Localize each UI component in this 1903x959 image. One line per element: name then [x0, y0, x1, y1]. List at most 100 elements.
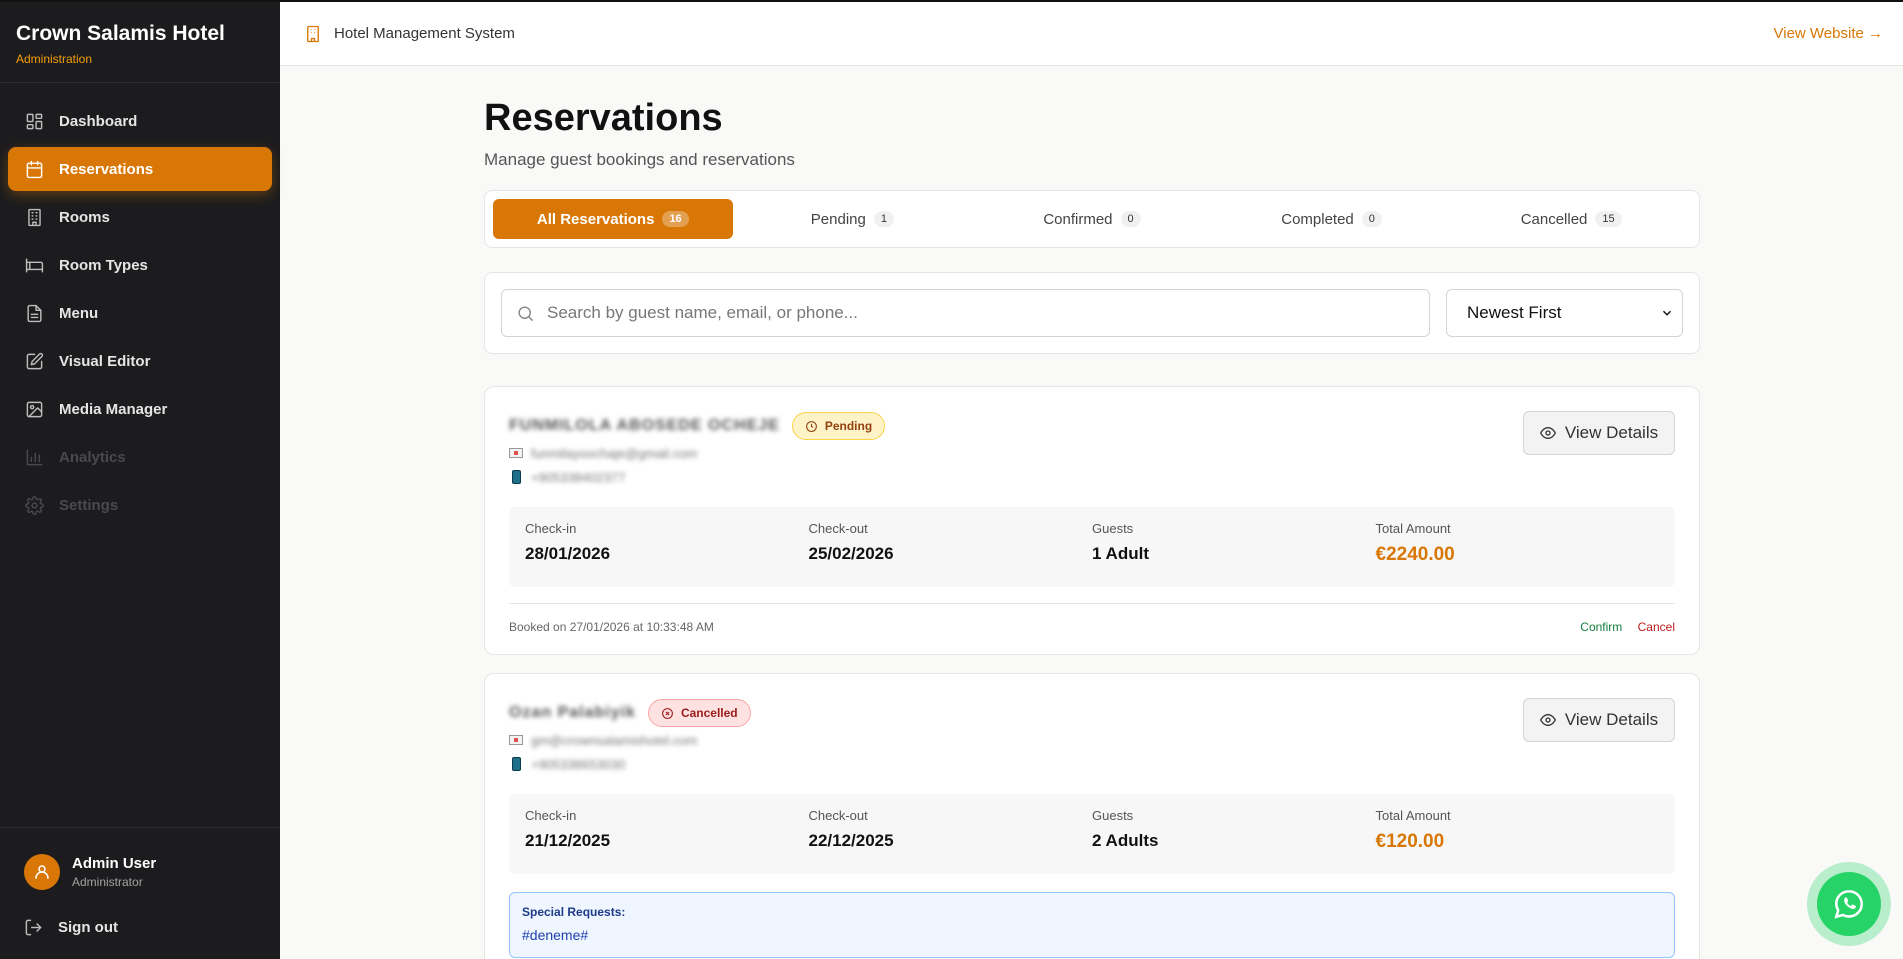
sort-select[interactable]: Newest First — [1446, 289, 1683, 337]
clock-icon — [805, 420, 817, 432]
sidebar-item-dashboard[interactable]: Dashboard — [8, 99, 272, 143]
stat-value: €120.00 — [1375, 831, 1445, 852]
logout-icon — [25, 919, 42, 936]
search-icon — [518, 305, 534, 321]
whatsapp-button[interactable] — [1807, 862, 1891, 946]
status-label: Cancelled — [680, 706, 738, 720]
sidebar-item-analytics[interactable]: Analytics — [8, 435, 272, 479]
brand-title: Crown Salamis Hotel — [16, 22, 225, 45]
reservation-stats: Check-in 28/01/2026 Check-out 25/02/2026… — [509, 507, 1675, 587]
tab-label: Cancelled — [1520, 210, 1588, 228]
guest-name: FUNMILOLA ABOSEDE OCHEJE — [509, 417, 780, 434]
stat-value: €2240.00 — [1375, 544, 1455, 565]
email-text: gm@crownsalamishotel.com — [531, 732, 698, 748]
gear-icon — [24, 495, 44, 515]
phone-text: +905338653030 — [531, 756, 626, 772]
tab-label: Confirmed — [1043, 210, 1113, 228]
sidebar-item-room-types[interactable]: Room Types — [8, 243, 272, 287]
tab-count: 1 — [873, 211, 894, 227]
stat-value: 25/02/2026 — [808, 544, 894, 563]
sidebar-item-label: Menu — [59, 304, 99, 322]
stat-label: Guests — [1092, 808, 1134, 823]
guest-email: gm@crownsalamishotel.com — [509, 728, 1675, 752]
view-details-button[interactable]: View Details — [1523, 698, 1675, 742]
reservation-card: Ozan Palabiyik Cancelled gm@crownsalamis… — [484, 673, 1700, 959]
sidebar-item-label: Visual Editor — [59, 352, 151, 370]
user-role: Administrator — [72, 875, 143, 889]
tab-all-reservations[interactable]: All Reservations 16 — [493, 199, 733, 239]
view-details-label: View Details — [1564, 423, 1659, 442]
image-icon — [24, 399, 44, 419]
brand-subtitle: Administration — [16, 52, 93, 66]
phone-text: +905338402377 — [531, 469, 626, 485]
page-title: Reservations — [484, 97, 723, 139]
tab-confirmed[interactable]: Confirmed 0 — [972, 199, 1212, 239]
special-requests: Special Requests: #deneme# — [509, 892, 1675, 958]
card-footer: Booked on 27/01/2026 at 10:33:48 AM Conf… — [509, 603, 1675, 634]
topbar: Hotel Management System View Website → — [280, 0, 1903, 66]
stat-label: Check-in — [525, 808, 577, 823]
guest-phone: +905338402377 — [509, 465, 1675, 489]
stat-value: 22/12/2025 — [808, 831, 894, 850]
email-icon — [509, 733, 523, 747]
stat-label: Total Amount — [1375, 521, 1451, 536]
stat-label: Check-in — [525, 521, 577, 536]
sidebar-footer: Admin User Administrator Sign out — [0, 827, 280, 959]
avatar — [24, 854, 60, 890]
tab-count: 0 — [1361, 211, 1382, 227]
sidebar-item-label: Analytics — [59, 448, 126, 466]
user-profile: Admin User Administrator — [0, 828, 280, 910]
topbar-title-group: Hotel Management System — [304, 25, 515, 43]
building-icon — [24, 207, 44, 227]
user-icon — [35, 865, 49, 879]
special-requests-text: #deneme# — [522, 927, 589, 943]
sidebar-item-rooms[interactable]: Rooms — [8, 195, 272, 239]
filter-bar: Newest First — [484, 272, 1700, 354]
whatsapp-icon — [1834, 889, 1864, 919]
stat-value: 2 Adults — [1092, 831, 1159, 850]
dashboard-icon — [24, 111, 44, 131]
tab-pending[interactable]: Pending 1 — [733, 199, 973, 239]
guest-row: FUNMILOLA ABOSEDE OCHEJE Pending — [509, 411, 1675, 441]
status-badge: Pending — [791, 412, 886, 440]
sidebar-item-settings[interactable]: Settings — [8, 483, 272, 527]
stat-label: Total Amount — [1375, 808, 1451, 823]
view-details-button[interactable]: View Details — [1523, 411, 1675, 455]
tab-cancelled[interactable]: Cancelled 15 — [1451, 199, 1691, 239]
sign-out-button[interactable]: Sign out — [0, 910, 280, 959]
booked-on: Booked on 27/01/2026 at 10:33:48 AM — [509, 620, 714, 634]
stat-checkin: Check-in 21/12/2025 — [525, 808, 809, 874]
sidebar-item-reservations[interactable]: Reservations — [8, 147, 272, 191]
sidebar-item-media-manager[interactable]: Media Manager — [8, 387, 272, 431]
tab-completed[interactable]: Completed 0 — [1212, 199, 1452, 239]
phone-icon — [509, 470, 523, 484]
sidebar-nav: Dashboard Reservations Rooms Room Types … — [0, 83, 280, 527]
whatsapp-button-inner — [1817, 872, 1881, 936]
x-circle-icon — [662, 707, 673, 719]
page-subtitle: Manage guest bookings and reservations — [484, 150, 795, 169]
cancel-button[interactable]: Cancel — [1638, 620, 1675, 634]
status-tabs: All Reservations 16 Pending 1 Confirmed 0 C… — [484, 190, 1700, 248]
sidebar-item-visual-editor[interactable]: Visual Editor — [8, 339, 272, 383]
sidebar-item-menu[interactable]: Menu — [8, 291, 272, 335]
stat-value: 28/01/2026 — [525, 544, 611, 563]
document-icon — [24, 303, 44, 323]
status-label: Pending — [824, 419, 873, 433]
confirm-button[interactable]: Confirm — [1580, 620, 1622, 634]
sidebar-item-label: Settings — [59, 496, 119, 514]
reservation-stats: Check-in 21/12/2025 Check-out 22/12/2025… — [509, 794, 1675, 874]
calendar-icon — [24, 159, 44, 179]
email-icon — [509, 446, 523, 460]
stat-checkin: Check-in 28/01/2026 — [525, 521, 809, 587]
tab-label: All Reservations — [536, 210, 655, 228]
status-badge: Cancelled — [647, 699, 751, 727]
tab-count: 16 — [662, 211, 689, 227]
bed-icon — [24, 255, 44, 275]
eye-icon — [1539, 426, 1556, 440]
view-website-link[interactable]: View Website → — [1774, 25, 1884, 42]
topbar-title: Hotel Management System — [334, 25, 515, 42]
search-input[interactable] — [547, 303, 1369, 323]
tab-label: Pending — [810, 210, 866, 228]
email-text: funmilayoochaje@gmail.com — [531, 445, 698, 461]
stat-guests: Guests 2 Adults — [1092, 808, 1376, 874]
